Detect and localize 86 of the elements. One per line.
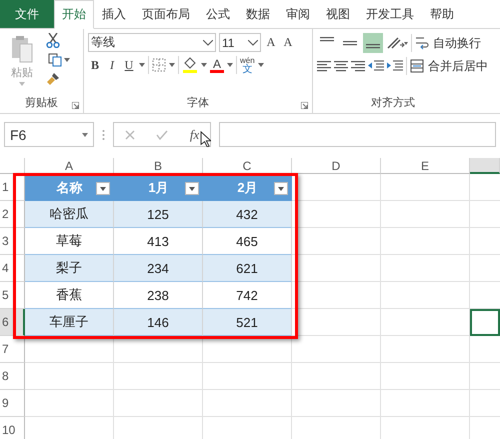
- table-cell: 草莓: [25, 228, 114, 255]
- header-label: 2月: [237, 178, 258, 196]
- filter-dropdown-button[interactable]: [274, 182, 288, 195]
- dialog-launcher-icon[interactable]: [72, 102, 79, 109]
- merge-icon: [410, 59, 424, 73]
- table-cell: 742: [203, 282, 292, 309]
- phonetic-button[interactable]: wén 文: [240, 56, 255, 74]
- grow-font-button[interactable]: A: [264, 34, 278, 52]
- table-cell: 432: [203, 201, 292, 228]
- table-cell: 梨子: [25, 255, 114, 282]
- caret-icon[interactable]: [201, 63, 207, 67]
- orientation-icon[interactable]: [386, 36, 408, 50]
- grip-icon[interactable]: [102, 128, 105, 140]
- group-label: 剪贴板: [24, 96, 59, 111]
- caret-icon[interactable]: [227, 63, 233, 67]
- row-header[interactable]: 10: [0, 417, 25, 439]
- font-size-value: 11: [222, 36, 234, 50]
- wrap-text-button[interactable]: 自动换行: [415, 34, 481, 52]
- wrap-icon: [415, 36, 429, 50]
- caret-icon[interactable]: [169, 63, 175, 67]
- chevron-down-icon[interactable]: [248, 40, 258, 46]
- filter-dropdown-button[interactable]: [96, 182, 110, 195]
- color-swatch: [210, 70, 224, 72]
- font-name-value: 等线: [91, 34, 115, 51]
- table-cell: 465: [203, 228, 292, 255]
- table-cell: 413: [114, 228, 203, 255]
- header-label: 名称: [56, 178, 82, 196]
- group-label: 字体: [186, 96, 210, 111]
- shrink-font-button[interactable]: A: [281, 34, 295, 52]
- font-size-field[interactable]: 11: [219, 33, 261, 52]
- table-cell: 香蕉: [25, 282, 114, 309]
- group-label: 对齐方式: [370, 96, 416, 111]
- vertical-align-button[interactable]: [363, 33, 383, 53]
- file-tab[interactable]: 文件: [0, 0, 54, 28]
- scissors-icon[interactable]: [46, 33, 60, 48]
- insert-function-button[interactable]: fx: [190, 126, 200, 142]
- format-painter-icon[interactable]: [46, 72, 60, 86]
- table-cell: 哈密瓜: [25, 201, 114, 228]
- column-header[interactable]: E: [381, 158, 470, 174]
- align-center-icon[interactable]: [334, 60, 348, 72]
- caret-icon[interactable]: [64, 58, 70, 62]
- caret-icon[interactable]: [278, 186, 284, 190]
- align-lines-icon: [343, 40, 357, 46]
- copy-icon[interactable]: [48, 53, 62, 67]
- border-icon[interactable]: [152, 58, 166, 72]
- mouse-pointer-icon: [200, 131, 211, 147]
- column-header[interactable]: [470, 158, 500, 174]
- table-cell: 234: [114, 255, 203, 282]
- header-label: 1月: [148, 178, 169, 196]
- table-cell: 238: [114, 282, 203, 309]
- align-right-icon[interactable]: [351, 60, 365, 72]
- dialog-launcher-icon[interactable]: [301, 102, 308, 109]
- table-cell: 146: [114, 309, 203, 336]
- cell-reference: F6: [10, 126, 26, 142]
- font-color-button[interactable]: A: [212, 58, 221, 70]
- clipboard-icon: [10, 35, 34, 63]
- bold-button[interactable]: B: [88, 56, 102, 74]
- align-lines-icon: [320, 37, 334, 42]
- ribbon-tab[interactable]: 开始: [54, 0, 94, 29]
- merge-center-button[interactable]: 合并后居中: [410, 58, 488, 74]
- row-header[interactable]: 8: [0, 363, 25, 390]
- row-header[interactable]: 7: [0, 336, 25, 363]
- caret-icon[interactable]: [82, 132, 88, 136]
- row-header[interactable]: 9: [0, 390, 25, 417]
- chevron-down-icon[interactable]: [203, 40, 213, 46]
- name-box[interactable]: F6: [4, 122, 94, 147]
- font-name-field[interactable]: 等线: [88, 33, 216, 52]
- fill-color-icon[interactable]: [182, 57, 198, 73]
- italic-button[interactable]: I: [105, 56, 119, 74]
- table-cell: 125: [114, 201, 203, 228]
- decrease-indent-icon[interactable]: [368, 60, 384, 72]
- table-cell: 521: [203, 309, 292, 336]
- increase-indent-icon[interactable]: [387, 60, 403, 72]
- align-left-icon[interactable]: [317, 60, 331, 72]
- caret-icon[interactable]: [139, 63, 145, 67]
- check-icon[interactable]: [156, 130, 168, 140]
- formula-input[interactable]: [219, 122, 496, 147]
- selected-cell[interactable]: [470, 309, 500, 336]
- underline-button[interactable]: U: [122, 56, 136, 74]
- caret-icon[interactable]: [189, 186, 195, 190]
- align-lines-icon: [366, 44, 380, 49]
- table-cell: 621: [203, 255, 292, 282]
- caret-icon[interactable]: [258, 63, 264, 67]
- filter-dropdown-button[interactable]: [185, 182, 199, 195]
- table-cell: 车厘子: [25, 309, 114, 336]
- caret-icon[interactable]: [100, 186, 106, 190]
